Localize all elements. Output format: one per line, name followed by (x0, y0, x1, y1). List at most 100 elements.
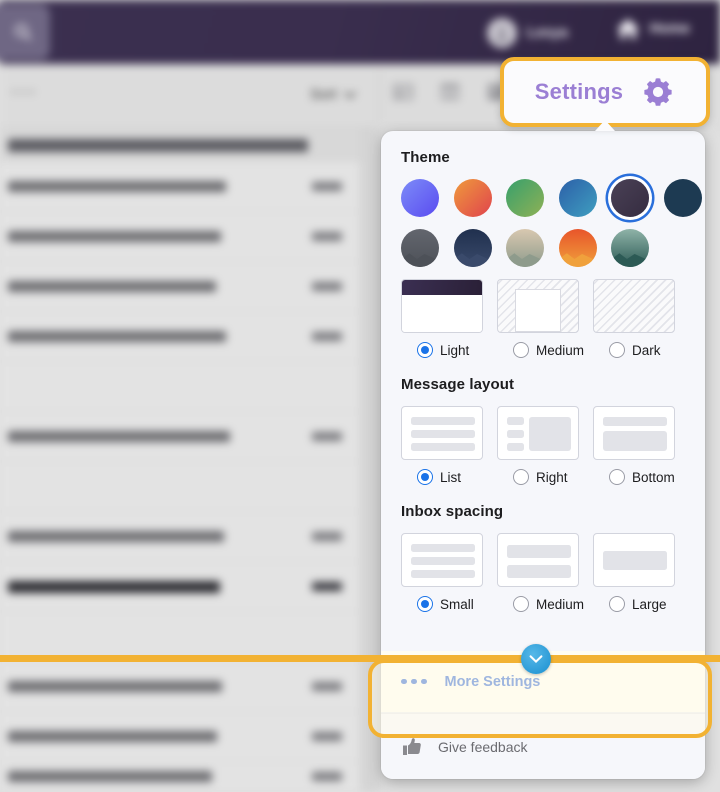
mail-list-item[interactable] (0, 312, 360, 362)
mail-list-item[interactable] (0, 662, 360, 712)
dark-preview[interactable] (593, 279, 675, 333)
chevron-down-icon (343, 91, 356, 99)
radio-light[interactable] (417, 342, 433, 358)
gear-icon (644, 78, 672, 106)
light-preview[interactable] (401, 279, 483, 333)
preview-body (402, 295, 482, 332)
layout-right-preview[interactable] (497, 406, 579, 460)
mail-list-item[interactable] (0, 212, 360, 262)
radio-medium[interactable] (513, 342, 529, 358)
spacing-radio-small[interactable]: Small (401, 596, 483, 612)
more-dots-icon[interactable] (12, 90, 34, 94)
spacing-large-preview[interactable] (593, 533, 675, 587)
mail-subject (8, 681, 222, 692)
mail-date (312, 682, 342, 691)
search-input[interactable] (0, 4, 50, 60)
calendar-icon[interactable]: 22 (439, 82, 461, 102)
mail-list-item[interactable] (0, 462, 360, 512)
layout-option-list[interactable]: List (401, 406, 483, 485)
spacing-option-medium[interactable]: Medium (497, 533, 584, 612)
cursor-indicator (521, 644, 551, 674)
theme-swatch-navy[interactable] (663, 179, 702, 217)
sort-button[interactable]: Sort (310, 87, 356, 103)
message-layout-options[interactable]: List Right Bottom (401, 406, 685, 485)
user-account-button[interactable]: Lesya (486, 18, 568, 48)
toolbar-divider (379, 70, 380, 122)
mail-list-item[interactable] (0, 512, 360, 562)
radio-medium-spacing[interactable] (513, 596, 529, 612)
theme-swatch-dark-purple[interactable] (611, 179, 649, 217)
theme-swatch-blue-teal[interactable] (558, 179, 597, 217)
radio-dark[interactable] (609, 342, 625, 358)
mail-list-item[interactable] (0, 762, 360, 792)
mail-date (312, 582, 342, 591)
layout-radio-right[interactable]: Right (497, 469, 579, 485)
give-feedback-button[interactable]: Give feedback (381, 713, 705, 779)
mail-list-item[interactable] (0, 262, 360, 312)
settings-panel-scroll-area[interactable]: Theme Light Medium Dark Message layout L… (381, 131, 705, 713)
density-radio-light[interactable]: Light (401, 342, 483, 358)
avatar (486, 18, 517, 48)
density-option-light[interactable]: Light (401, 279, 483, 358)
radio-bottom[interactable] (609, 469, 625, 485)
calendar-day-number: 22 (446, 89, 455, 98)
medium-preview[interactable] (497, 279, 579, 333)
theme-swatch-canyon-sunset[interactable] (558, 229, 597, 267)
spacing-label-medium: Medium (536, 596, 585, 612)
mail-list-item[interactable] (0, 712, 360, 762)
inbox-spacing-options[interactable]: Small Medium Large (401, 533, 685, 612)
theme-swatch-green[interactable] (506, 179, 544, 217)
spacing-small-preview[interactable] (401, 533, 483, 587)
radio-small[interactable] (417, 596, 433, 612)
mail-list-item[interactable] (0, 162, 360, 212)
sort-label: Sort (310, 87, 337, 103)
theme-image-swatch-row[interactable] (401, 229, 685, 267)
theme-swatch-orange-red[interactable] (453, 179, 492, 217)
radio-right[interactable] (513, 469, 529, 485)
layout-bottom-preview[interactable] (593, 406, 675, 460)
layout-option-right[interactable]: Right (497, 406, 579, 485)
density-radio-medium[interactable]: Medium (497, 342, 584, 358)
theme-swatch-teal-lake[interactable] (611, 229, 649, 267)
mail-subject (8, 771, 212, 782)
mail-subject (8, 731, 217, 742)
theme-swatch-blue-violet[interactable] (401, 179, 439, 217)
theme-color-swatch-row[interactable] (401, 179, 702, 217)
chevron-down-icon (529, 655, 543, 664)
mail-date (312, 182, 342, 191)
theme-swatch-night-mountains[interactable] (453, 229, 492, 267)
spacing-option-small[interactable]: Small (401, 533, 483, 612)
density-option-medium[interactable]: Medium (497, 279, 584, 358)
theme-density-options[interactable]: Light Medium Dark (401, 279, 685, 358)
theme-swatch-graphite[interactable] (401, 229, 439, 267)
mail-list-item[interactable] (0, 562, 360, 612)
highlight-band (0, 655, 720, 662)
radio-large[interactable] (609, 596, 625, 612)
radio-list[interactable] (417, 469, 433, 485)
mail-list-pane[interactable] (0, 128, 360, 792)
spacing-radio-large[interactable]: Large (593, 596, 675, 612)
density-option-dark[interactable]: Dark (593, 279, 675, 358)
mail-list-item[interactable] (0, 412, 360, 462)
mail-list-item[interactable] (0, 362, 360, 412)
layout-radio-bottom[interactable]: Bottom (593, 469, 675, 485)
spacing-radio-medium[interactable]: Medium (497, 596, 584, 612)
layout-list-preview[interactable] (401, 406, 483, 460)
spacing-option-large[interactable]: Large (593, 533, 675, 612)
spacing-medium-preview[interactable] (497, 533, 579, 587)
density-radio-dark[interactable]: Dark (593, 342, 675, 358)
mail-subject (8, 181, 226, 192)
home-button[interactable]: Home (615, 17, 690, 41)
contacts-icon[interactable] (392, 82, 414, 102)
layout-label-bottom: Bottom (632, 469, 675, 485)
settings-flyout-panel[interactable]: Theme Light Medium Dark Message layout L… (381, 131, 705, 779)
settings-button[interactable]: Settings (500, 57, 710, 127)
toolbar-app-icons: 22 (392, 82, 506, 102)
preview-inner-panel (515, 289, 561, 332)
layout-radio-list[interactable]: List (401, 469, 483, 485)
mail-list-header-row[interactable] (0, 128, 360, 162)
density-label-medium: Medium (536, 342, 585, 358)
mail-subject (8, 139, 308, 152)
layout-option-bottom[interactable]: Bottom (593, 406, 675, 485)
theme-swatch-desert-van[interactable] (506, 229, 544, 267)
